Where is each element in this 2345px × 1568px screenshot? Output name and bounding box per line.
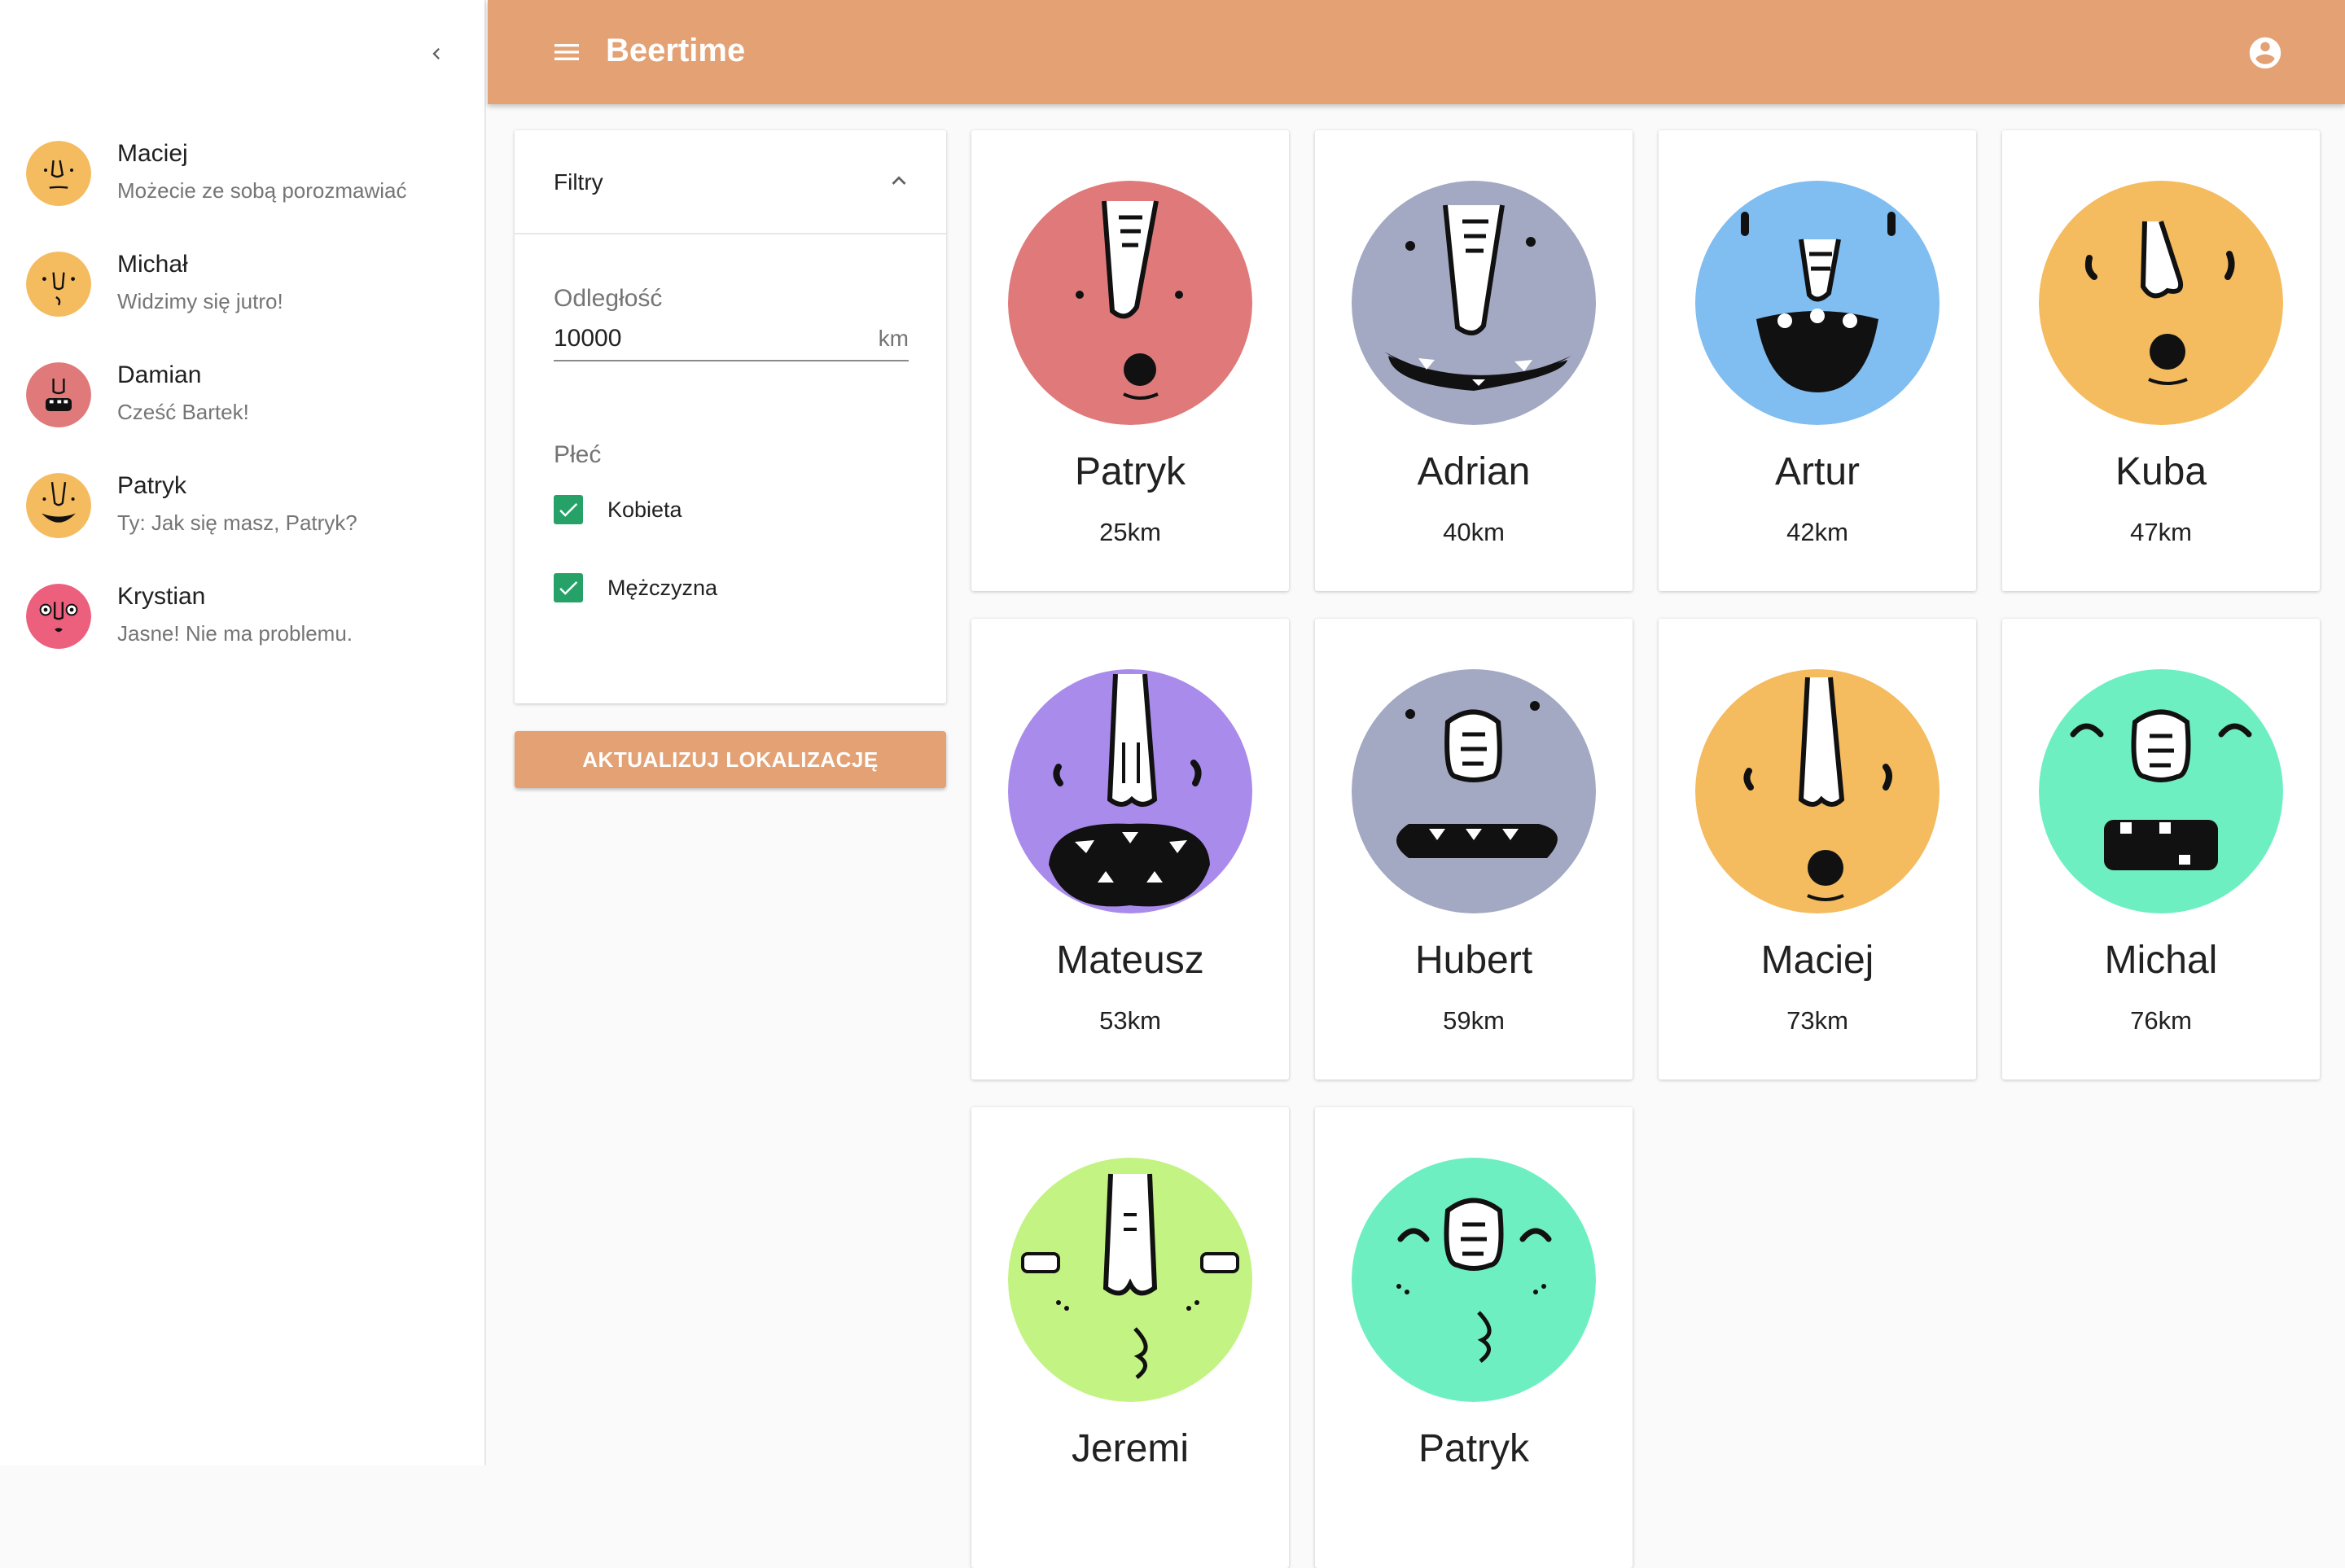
app-title: Beertime [606,33,746,68]
chat-item-krystian[interactable]: Krystian Jasne! Nie ma problemu. [0,573,484,684]
chat-item-maciej[interactable]: Maciej Możecie ze sobą porozmawiać [0,130,484,241]
avatar [1695,669,1940,913]
user-name: Artur [1774,450,1860,493]
avatar [26,473,91,538]
checkbox-box[interactable] [554,573,583,602]
user-distance: 42km [1786,518,1848,546]
avatar-background [26,584,91,649]
avatar [2039,669,2283,913]
chat-list: Maciej Możecie ze sobą porozmawiać Micha… [0,130,484,684]
avatar-background [2039,669,2283,913]
avatar [1008,1158,1252,1402]
distance-label: Odległość [554,285,663,312]
chat-name: Maciej [117,140,188,167]
avatar [1008,181,1252,425]
account-button[interactable] [2245,33,2286,73]
user-distance: 76km [2130,1006,2192,1035]
gender-label: Płeć [554,441,602,468]
avatar-background [26,252,91,317]
chat-item-patryk[interactable]: Patryk Ty: Jak się masz, Patryk? [0,462,484,573]
user-name: Hubert [1414,939,1533,982]
chat-sidebar: Maciej Możecie ze sobą porozmawiać Micha… [0,0,486,1465]
avatar [1008,669,1252,913]
distance-unit: km [878,326,909,351]
user-distance: 25km [1099,518,1161,546]
menu-icon [554,44,579,60]
avatar [1352,181,1596,425]
chat-name: Patryk [117,472,187,499]
avatar [1352,669,1596,913]
chevron-left-icon [432,48,440,59]
user-distance: 53km [1099,1006,1161,1035]
user-name: Maciej [1760,939,1874,982]
user-name: Jeremi [1071,1427,1190,1470]
user-card[interactable]: Kuba 47km [2002,130,2320,591]
avatar [1695,181,1940,425]
checkbox-mezczyzna[interactable]: Mężczyzna [554,570,717,606]
user-distance: 47km [2130,518,2192,546]
avatar [26,252,91,317]
user-card[interactable]: Artur 42km [1659,130,1976,591]
chevron-up-icon [892,176,906,185]
avatar [1352,1158,1596,1402]
user-distance: 59km [1443,1006,1505,1035]
app-toolbar [488,0,2345,104]
check-icon [559,581,578,595]
menu-button[interactable] [546,34,588,70]
user-card[interactable]: Patryk [1315,1107,1633,1568]
chat-name: Krystian [117,583,206,610]
user-name: Adrian [1417,450,1531,493]
chat-name: Damian [117,361,202,388]
user-card[interactable]: Maciej 73km [1659,619,1976,1080]
user-distance: 40km [1443,518,1505,546]
avatar-background [2039,181,2283,425]
user-name: Patryk [1074,450,1186,493]
avatar-background [26,362,91,427]
avatar-background [26,141,91,206]
checkbox-kobieta[interactable]: Kobieta [554,492,682,528]
user-card[interactable]: Mateusz 53km [971,619,1289,1080]
user-card[interactable]: Jeremi [971,1107,1289,1568]
user-name: Kuba [2115,450,2207,493]
chat-last-message: Cześć Bartek! [117,400,249,424]
collapse-sidebar-button[interactable] [419,36,454,72]
user-card[interactable]: Hubert 59km [1315,619,1633,1080]
user-name: Michal [2104,939,2218,982]
filter-panel: Filtry Odległość km Płeć Kobieta Mężczyz… [515,130,946,703]
chat-last-message: Ty: Jak się masz, Patryk? [117,510,357,535]
distance-field: km [554,321,909,361]
avatar [26,141,91,206]
user-card[interactable]: Michal 76km [2002,619,2320,1080]
avatar [26,584,91,649]
chat-last-message: Możecie ze sobą porozmawiać [117,178,407,203]
user-card[interactable]: Adrian 40km [1315,130,1633,591]
chat-last-message: Jasne! Nie ma problemu. [117,621,353,646]
distance-input[interactable] [554,321,847,357]
chat-last-message: Widzimy się jutro! [117,289,283,313]
avatar [26,362,91,427]
chat-item-michal[interactable]: Michał Widzimy się jutro! [0,241,484,352]
check-icon [559,503,578,517]
filter-panel-header[interactable]: Filtry [515,130,946,234]
avatar-background [1352,1158,1596,1402]
user-card[interactable]: Patryk 25km [971,130,1289,591]
avatar-background [1352,669,1596,913]
chat-item-damian[interactable]: Damian Cześć Bartek! [0,352,484,462]
checkbox-box[interactable] [554,495,583,524]
checkbox-label: Kobieta [607,497,682,522]
avatar [2039,181,2283,425]
user-name: Mateusz [1056,939,1204,982]
update-location-button[interactable]: AKTUALIZUJ LOKALIZACJĘ [515,731,946,788]
account-circle-icon [2249,37,2281,69]
filter-title: Filtry [554,169,603,195]
chat-name: Michał [117,251,188,278]
user-distance: 73km [1786,1006,1848,1035]
user-name: Patryk [1418,1427,1530,1470]
checkbox-label: Mężczyzna [607,575,718,600]
collapse-filter-button[interactable] [881,163,917,199]
